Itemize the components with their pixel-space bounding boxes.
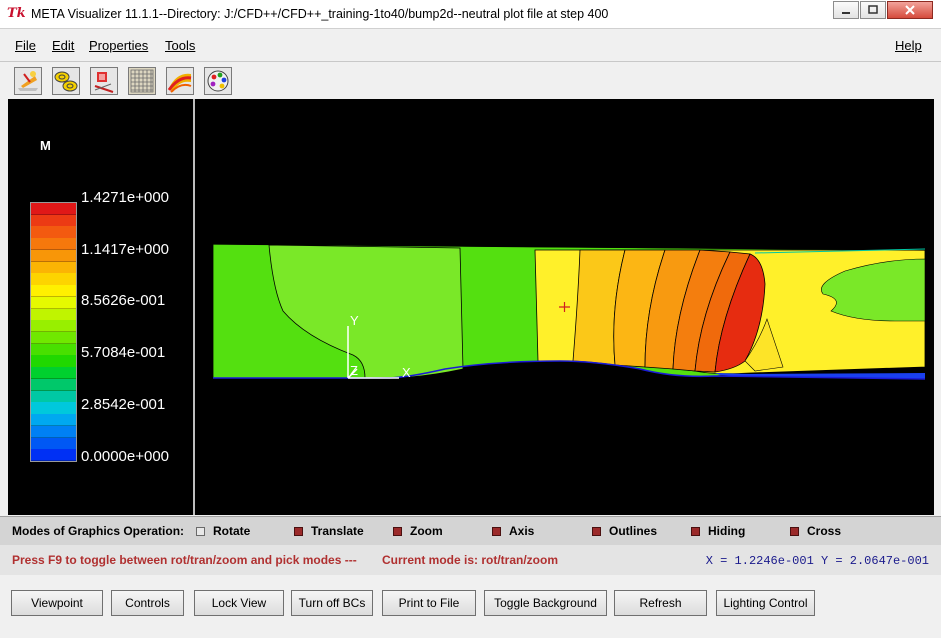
app-icon: Tk <box>7 6 26 21</box>
maximize-icon <box>868 5 878 14</box>
checkbox-icon <box>790 527 799 536</box>
streamlines-tool-icon <box>167 68 193 94</box>
color-bar-segment <box>31 355 76 368</box>
checkbox-icon <box>492 527 501 536</box>
color-bar-segment <box>31 343 76 356</box>
color-bar-segment <box>31 402 76 415</box>
viewpoint-button[interactable]: Viewpoint <box>11 590 103 616</box>
menu-bar: File Edit Properties Tools Help <box>0 29 941 62</box>
color-bar-segment <box>31 320 76 333</box>
minimize-button[interactable] <box>833 1 859 19</box>
color-bar-segment <box>31 425 76 439</box>
legend-label: 1.1417e+000 <box>81 241 170 258</box>
color-bar-segment <box>31 390 76 403</box>
viewpoint-tool-icon <box>15 68 41 94</box>
color-palette-button[interactable] <box>204 67 232 95</box>
color-bar-segment <box>31 214 76 227</box>
color-bar-segment <box>31 273 76 286</box>
status-bar: Press F9 to toggle between rot/tran/zoom… <box>0 545 941 575</box>
color-bar-segment <box>31 367 76 380</box>
window-title: META Visualizer 11.1.1--Directory: J:/CF… <box>31 7 609 21</box>
contours-tool-icon <box>53 68 79 94</box>
vectors-tool-button[interactable] <box>90 67 118 95</box>
mode-outlines-checkbox[interactable]: Outlines <box>592 524 657 538</box>
legend-label: 8.5626e-001 <box>81 292 166 309</box>
color-bar-segment <box>31 378 76 392</box>
mode-cross-checkbox[interactable]: Cross <box>790 524 841 538</box>
menu-properties[interactable]: Properties <box>89 38 148 53</box>
window-controls <box>832 1 933 19</box>
contour-plot-svg: Y X Z <box>212 243 926 380</box>
color-legend: M 1.4271e+000 1.1417e+000 8.5626e-001 5.… <box>8 99 193 515</box>
color-bar-segment <box>31 449 76 462</box>
lighting-control-button[interactable]: Lighting Control <box>716 590 815 616</box>
axis-z-label: Z <box>350 363 358 378</box>
legend-variable-name: M <box>40 138 51 153</box>
contours-tool-button[interactable] <box>52 67 80 95</box>
color-bar-segment <box>31 203 76 216</box>
vectors-tool-icon <box>91 68 117 94</box>
graphics-modes-bar: Modes of Graphics Operation: Rotate Tran… <box>0 516 941 545</box>
color-bar-segment <box>31 226 76 239</box>
mode-hiding-checkbox[interactable]: Hiding <box>691 524 745 538</box>
menu-file[interactable]: File <box>15 38 36 53</box>
menu-tools[interactable]: Tools <box>165 38 195 53</box>
axis-y-label: Y <box>350 313 359 328</box>
mode-axis-checkbox[interactable]: Axis <box>492 524 534 538</box>
mode-rotate-checkbox[interactable]: Rotate <box>196 524 250 538</box>
title-bar: Tk META Visualizer 11.1.1--Directory: J:… <box>0 0 941 29</box>
mode-toggle-hint: Press F9 to toggle between rot/tran/zoom… <box>12 553 357 567</box>
legend-label: 5.7084e-001 <box>81 344 166 361</box>
menu-edit[interactable]: Edit <box>52 38 74 53</box>
grid-tool-button[interactable] <box>128 67 156 95</box>
graphics-canvas[interactable]: M 1.4271e+000 1.1417e+000 8.5626e-001 5.… <box>8 99 934 515</box>
turn-off-bcs-button[interactable]: Turn off BCs <box>291 590 373 616</box>
toolbar <box>0 62 941 99</box>
checkbox-icon <box>196 527 205 536</box>
color-bar-segment <box>31 332 76 345</box>
color-bar-segment <box>31 414 76 427</box>
color-palette-icon <box>205 68 231 94</box>
checkbox-icon <box>393 527 402 536</box>
print-to-file-button[interactable]: Print to File <box>382 590 476 616</box>
axis-x-label: X <box>402 365 411 380</box>
color-bar-segment <box>31 261 76 274</box>
maximize-button[interactable] <box>860 1 886 19</box>
legend-label: 2.8542e-001 <box>81 396 166 413</box>
action-buttons-bar: Viewpoint Controls Lock View Turn off BC… <box>0 578 941 638</box>
mode-translate-checkbox[interactable]: Translate <box>294 524 364 538</box>
legend-label-max: 1.4271e+000 <box>81 189 170 206</box>
streamlines-tool-button[interactable] <box>166 67 194 95</box>
checkbox-icon <box>294 527 303 536</box>
refresh-button[interactable]: Refresh <box>614 590 707 616</box>
color-bar-segment <box>31 308 76 321</box>
cursor-coordinates: X = 1.2246e-001 Y = 2.0647e-001 <box>705 554 929 568</box>
grid-tool-icon <box>129 68 155 94</box>
color-bar-segment <box>31 296 76 310</box>
color-bar-segment <box>31 238 76 251</box>
color-bar-segment <box>31 437 76 450</box>
contour-plot[interactable]: Y X Z <box>195 99 934 515</box>
color-bar <box>30 202 77 462</box>
minimize-icon <box>842 12 850 14</box>
color-bar-segment <box>31 249 76 263</box>
color-bar-segment <box>31 285 76 298</box>
legend-label-min: 0.0000e+000 <box>81 448 170 465</box>
close-icon <box>905 5 915 15</box>
close-button[interactable] <box>887 1 933 19</box>
menu-help[interactable]: Help <box>895 38 922 53</box>
checkbox-icon <box>691 527 700 536</box>
lock-view-button[interactable]: Lock View <box>194 590 284 616</box>
toggle-background-button[interactable]: Toggle Background <box>484 590 607 616</box>
mode-zoom-checkbox[interactable]: Zoom <box>393 524 443 538</box>
modes-label: Modes of Graphics Operation: <box>12 524 185 538</box>
controls-button[interactable]: Controls <box>111 590 184 616</box>
checkbox-icon <box>592 527 601 536</box>
viewpoint-tool-button[interactable] <box>14 67 42 95</box>
current-mode-text: Current mode is: rot/tran/zoom <box>382 553 559 567</box>
